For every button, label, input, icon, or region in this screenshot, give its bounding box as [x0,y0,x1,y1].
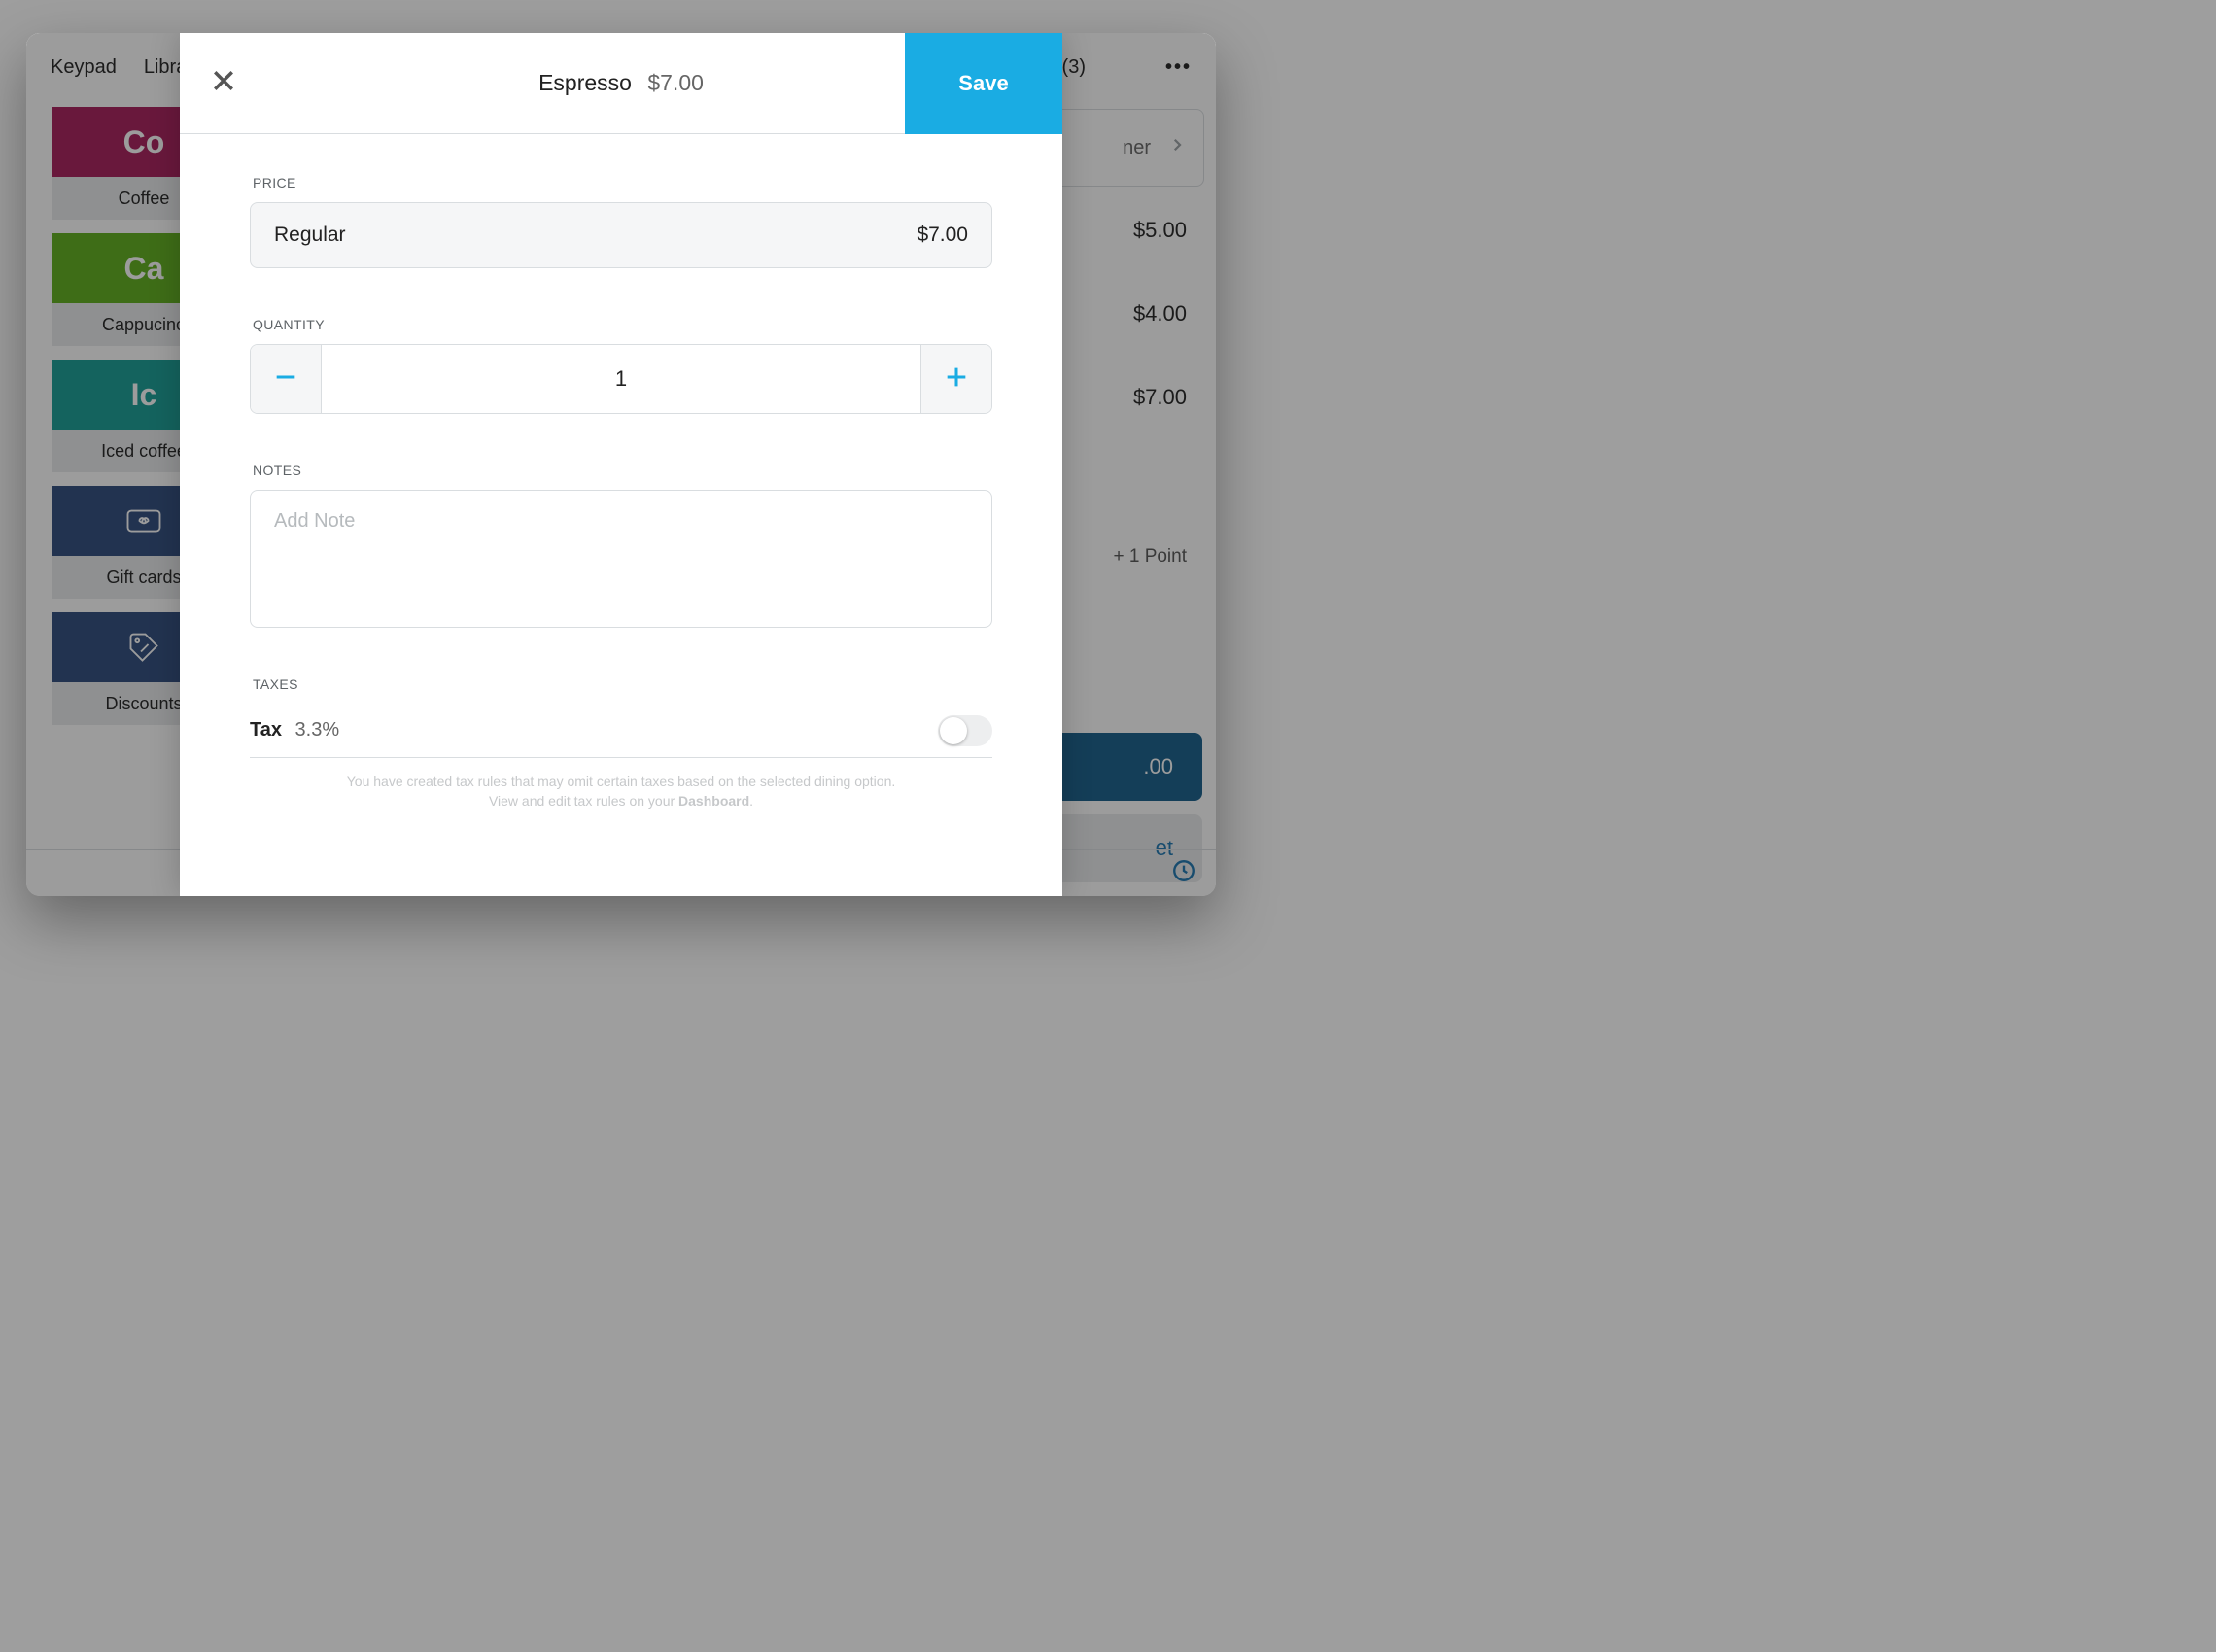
quantity-increment-button[interactable] [921,345,991,413]
tax-row: Tax 3.3% [250,704,992,758]
price-variant-row[interactable]: Regular $7.00 [250,202,992,268]
quantity-decrement-button[interactable] [251,345,321,413]
tax-left: Tax 3.3% [250,719,339,741]
quantity-value[interactable]: 1 [321,345,921,413]
tax-toggle[interactable] [938,715,992,746]
close-icon [209,66,238,100]
close-button[interactable] [180,33,267,133]
modal-title-price: $7.00 [647,70,704,95]
modal-header: Espresso $7.00 Save [180,33,1062,134]
save-button-label: Save [958,71,1008,96]
device-frame: Keypad Library Current Sale (3) ••• Co C… [26,33,1216,896]
section-label-price: PRICE [253,175,992,190]
save-button[interactable]: Save [905,33,1062,134]
modal-body: PRICE Regular $7.00 QUANTITY 1 NOTES [180,134,1062,896]
section-label-taxes: TAXES [253,676,992,692]
price-variant-value: $7.00 [917,224,968,247]
quantity-stepper: 1 [250,344,992,414]
toggle-knob [940,717,967,744]
tax-footer-note: You have created tax rules that may omit… [250,758,992,821]
notes-input[interactable] [272,508,970,609]
modal-title-name: Espresso [538,70,632,95]
tax-name: Tax [250,719,282,740]
item-edit-modal: Espresso $7.00 Save PRICE Regular $7.00 … [180,33,1062,896]
section-label-notes: NOTES [253,463,992,478]
section-label-quantity: QUANTITY [253,317,992,332]
plus-icon [943,363,970,396]
dashboard-link[interactable]: Dashboard [678,793,749,809]
notes-field-wrapper [250,490,992,628]
price-variant-label: Regular [274,224,346,247]
tax-percent: 3.3% [295,719,340,740]
minus-icon [272,363,299,396]
